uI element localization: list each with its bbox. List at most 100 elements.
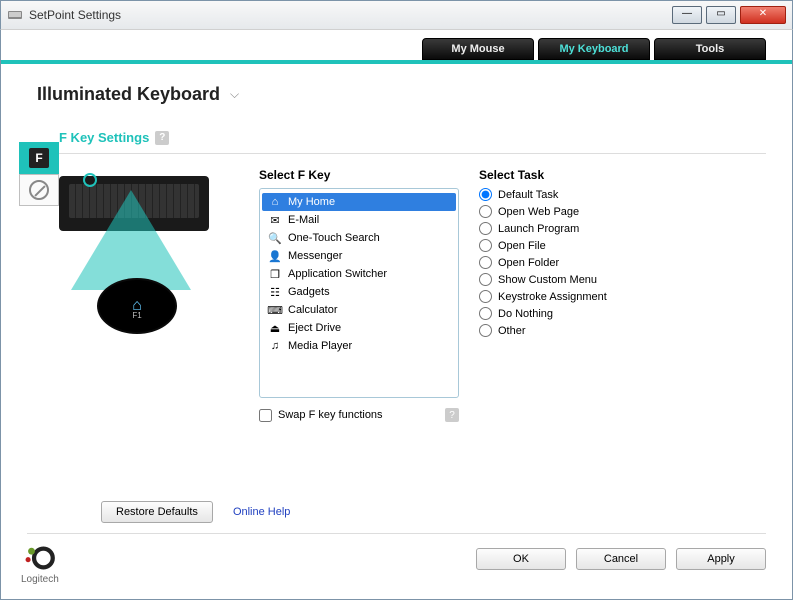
task-radio[interactable]	[479, 239, 492, 252]
swap-label[interactable]: Swap F key functions	[278, 409, 383, 421]
fkey-item[interactable]: 👤 Messenger	[262, 247, 456, 265]
tab-my-mouse[interactable]: My Mouse	[422, 38, 534, 60]
swap-row: Swap F key functions ?	[259, 408, 459, 422]
side-tab-disabled[interactable]	[19, 174, 59, 206]
top-tabbar: My Mouse My Keyboard Tools	[1, 30, 792, 60]
fkey-item[interactable]: ⌂ My Home	[262, 193, 456, 211]
app-icon	[7, 7, 23, 23]
task-option[interactable]: Keystroke Assignment	[479, 290, 766, 303]
help-icon[interactable]: ?	[445, 408, 459, 422]
fkey-item[interactable]: ❐ Application Switcher	[262, 265, 456, 283]
task-option[interactable]: Default Task	[479, 188, 766, 201]
window-controls: — ▭ ✕	[668, 6, 786, 24]
fkey-item[interactable]: ⌨ Calculator	[262, 301, 456, 319]
minimize-button[interactable]: —	[672, 6, 702, 24]
task-radio[interactable]	[479, 256, 492, 269]
fkey-title: Select F Key	[259, 168, 459, 182]
fkey-label: Calculator	[288, 304, 338, 316]
fkey-item[interactable]: 🔍 One-Touch Search	[262, 229, 456, 247]
task-list: Default Task Open Web Page Launch Program O…	[479, 188, 766, 337]
ok-button[interactable]: OK	[476, 548, 566, 570]
fkey-item[interactable]: ⏏Eject Drive	[262, 319, 456, 337]
task-option[interactable]: Open Web Page	[479, 205, 766, 218]
window-title: SetPoint Settings	[29, 8, 668, 22]
zoom-key-label: F1	[132, 311, 141, 320]
task-option[interactable]: Open File	[479, 239, 766, 252]
zoom-circle: ⌂ F1	[97, 278, 177, 334]
mail-icon: ✉	[268, 213, 282, 227]
fkey-label: Media Player	[288, 340, 352, 352]
task-option[interactable]: Do Nothing	[479, 307, 766, 320]
help-icon[interactable]: ?	[155, 131, 169, 145]
task-label: Launch Program	[498, 223, 579, 235]
task-radio[interactable]	[479, 307, 492, 320]
tab-my-keyboard[interactable]: My Keyboard	[538, 38, 650, 60]
fkey-label: E-Mail	[288, 214, 319, 226]
eject-icon: ⏏	[268, 321, 282, 335]
task-radio[interactable]	[479, 290, 492, 303]
ok-label: OK	[513, 553, 529, 565]
person-icon: 👤	[268, 249, 282, 263]
logitech-logo: Logitech	[21, 544, 59, 585]
divider	[59, 153, 766, 154]
close-button[interactable]: ✕	[740, 6, 786, 24]
footer-divider	[27, 533, 766, 534]
home-icon: ⌂	[268, 195, 282, 209]
cancel-label: Cancel	[604, 553, 638, 565]
fkey-item[interactable]: ☷ Gadgets	[262, 283, 456, 301]
swap-checkbox[interactable]	[259, 409, 272, 422]
calc-icon: ⌨	[268, 303, 282, 317]
logo-text: Logitech	[21, 574, 59, 585]
footer: Restore Defaults Online Help Logitech OK…	[1, 501, 792, 599]
device-name: Illuminated Keyboard	[37, 84, 220, 105]
tab-label: Tools	[696, 43, 725, 55]
task-title: Select Task	[479, 168, 766, 182]
task-radio[interactable]	[479, 205, 492, 218]
online-help-link[interactable]: Online Help	[233, 506, 290, 518]
fkey-label: Messenger	[288, 250, 342, 262]
tab-tools[interactable]: Tools	[654, 38, 766, 60]
task-radio[interactable]	[479, 273, 492, 286]
task-label: Open Folder	[498, 257, 559, 269]
logo-icon	[23, 544, 57, 572]
zoom-beam	[71, 190, 191, 290]
fkey-label: My Home	[288, 196, 335, 208]
restore-label: Restore Defaults	[116, 506, 198, 518]
task-option[interactable]: Show Custom Menu	[479, 273, 766, 286]
task-column: Select Task Default Task Open Web Page Lau…	[479, 168, 766, 422]
maximize-button[interactable]: ▭	[706, 6, 736, 24]
apply-button[interactable]: Apply	[676, 548, 766, 570]
task-radio[interactable]	[479, 222, 492, 235]
side-tabs: F	[19, 142, 59, 206]
chevron-down-icon: ⌵	[230, 87, 239, 102]
task-label: Open File	[498, 240, 546, 252]
section-title-row: F Key Settings ?	[59, 130, 766, 145]
disable-icon	[29, 180, 49, 200]
task-label: Do Nothing	[498, 308, 553, 320]
task-radio[interactable]	[479, 324, 492, 337]
device-selector[interactable]: Illuminated Keyboard ⌵	[1, 64, 792, 117]
side-tab-fkeys[interactable]: F	[19, 142, 59, 174]
tab-label: My Keyboard	[559, 43, 628, 55]
fkey-label: One-Touch Search	[288, 232, 380, 244]
fkey-label: Gadgets	[288, 286, 330, 298]
fkey-listbox[interactable]: ⌂ My Home ✉ E-Mail 🔍 One-Touch Search 👤 Messeng…	[259, 188, 459, 398]
music-icon: ♫	[268, 339, 282, 353]
gadgets-icon: ☷	[268, 285, 282, 299]
task-option[interactable]: Launch Program	[479, 222, 766, 235]
content: F Key Settings ? ⌂ F1 Select F Key	[59, 130, 766, 499]
switcher-icon: ❐	[268, 267, 282, 281]
keyboard-illustration: ⌂ F1	[59, 168, 239, 422]
restore-defaults-button[interactable]: Restore Defaults	[101, 501, 213, 523]
fkey-item[interactable]: ♫ Media Player	[262, 337, 456, 355]
task-option[interactable]: Open Folder	[479, 256, 766, 269]
search-icon: 🔍	[268, 231, 282, 245]
fkey-item[interactable]: ✉ E-Mail	[262, 211, 456, 229]
fkey-label: Application Switcher	[288, 268, 387, 280]
f-letter-icon: F	[29, 148, 49, 168]
task-option[interactable]: Other	[479, 324, 766, 337]
cancel-button[interactable]: Cancel	[576, 548, 666, 570]
titlebar: SetPoint Settings — ▭ ✕	[0, 0, 793, 30]
task-label: Show Custom Menu	[498, 274, 597, 286]
task-radio[interactable]	[479, 188, 492, 201]
